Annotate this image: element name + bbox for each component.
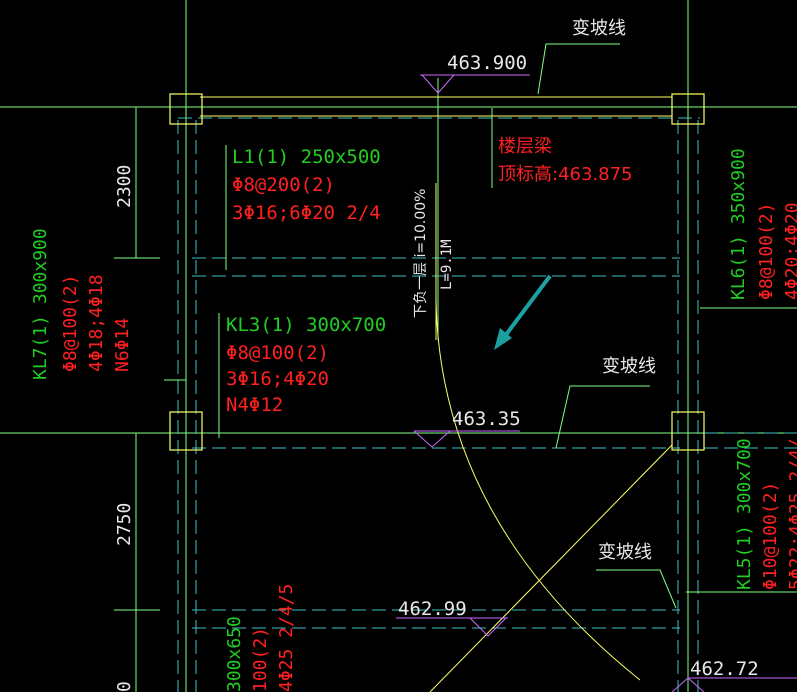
ramp-description-grade: 下负一层 i=10.00% [413, 188, 429, 318]
dimension-bottom: 0 [114, 681, 135, 692]
beam-bottom-left-rebar: 4Φ25 2/4/5 [276, 583, 297, 692]
beam-L1-stirrup: Φ8@200(2) [232, 174, 335, 196]
beam-KL7-stirrup: Φ8@100(2) [60, 274, 81, 372]
elev-marker-low1 [396, 617, 508, 637]
beam-L1-rebar: 3Φ16;6Φ20 2/4 [232, 202, 381, 224]
beam-KL3-side: N4Φ12 [226, 394, 284, 416]
dimension-2750: 2750 [114, 502, 135, 546]
elevation-label-mid: 463.35 [452, 408, 521, 430]
beam-KL3-stirrup: Φ8@100(2) [226, 342, 329, 364]
beam-KL6-stirrup: Φ8@100(2) [756, 202, 777, 300]
beam-bottom-left-name: 300x650 [224, 616, 245, 692]
ramp-description-length: L=9.1M [439, 239, 455, 290]
beam-KL6-rebar: 4Φ20;4Φ20 [782, 202, 797, 300]
beam-KL6-name: KL6(1) 350x900 [728, 148, 749, 300]
slope-change-label-top: 变坡线 [572, 18, 626, 39]
beam-KL3-name: KL3(1) 300x700 [226, 314, 387, 336]
floor-beam-elevation: 顶标高:463.875 [498, 164, 633, 185]
elev-marker-low2 [671, 677, 797, 692]
beam-KL5-name: KL5(1) 300x700 [734, 438, 755, 590]
beam-KL5-stirrup: Φ10@100(2) [760, 481, 781, 590]
elevation-label-low2: 462.72 [690, 658, 759, 680]
ramp-direction-arrow [494, 274, 552, 350]
slope-change-label-low: 变坡线 [598, 542, 652, 563]
beam-KL7-side: N6Φ14 [112, 317, 133, 372]
dimension-2300: 2300 [114, 164, 135, 208]
beam-KL7-name: KL7(1) 300x900 [30, 228, 51, 380]
elevation-label-top: 463.900 [447, 52, 528, 74]
elev-marker-top [420, 74, 530, 94]
slope-change-label-mid: 变坡线 [602, 356, 656, 377]
beam-L1-name: L1(1) 250x500 [232, 146, 381, 168]
beam-KL7-rebar: 4Φ18;4Φ18 [86, 274, 107, 372]
beam-KL3-rebar: 3Φ16;4Φ20 [226, 368, 329, 390]
beam-KL5-rebar: 5Φ22;4Φ25 2/4/ [786, 438, 797, 590]
elevation-label-low1: 462.99 [398, 598, 467, 620]
floor-beam-title: 楼层梁 [498, 136, 552, 157]
beam-bottom-left-stirrup: 100(2) [250, 626, 271, 692]
